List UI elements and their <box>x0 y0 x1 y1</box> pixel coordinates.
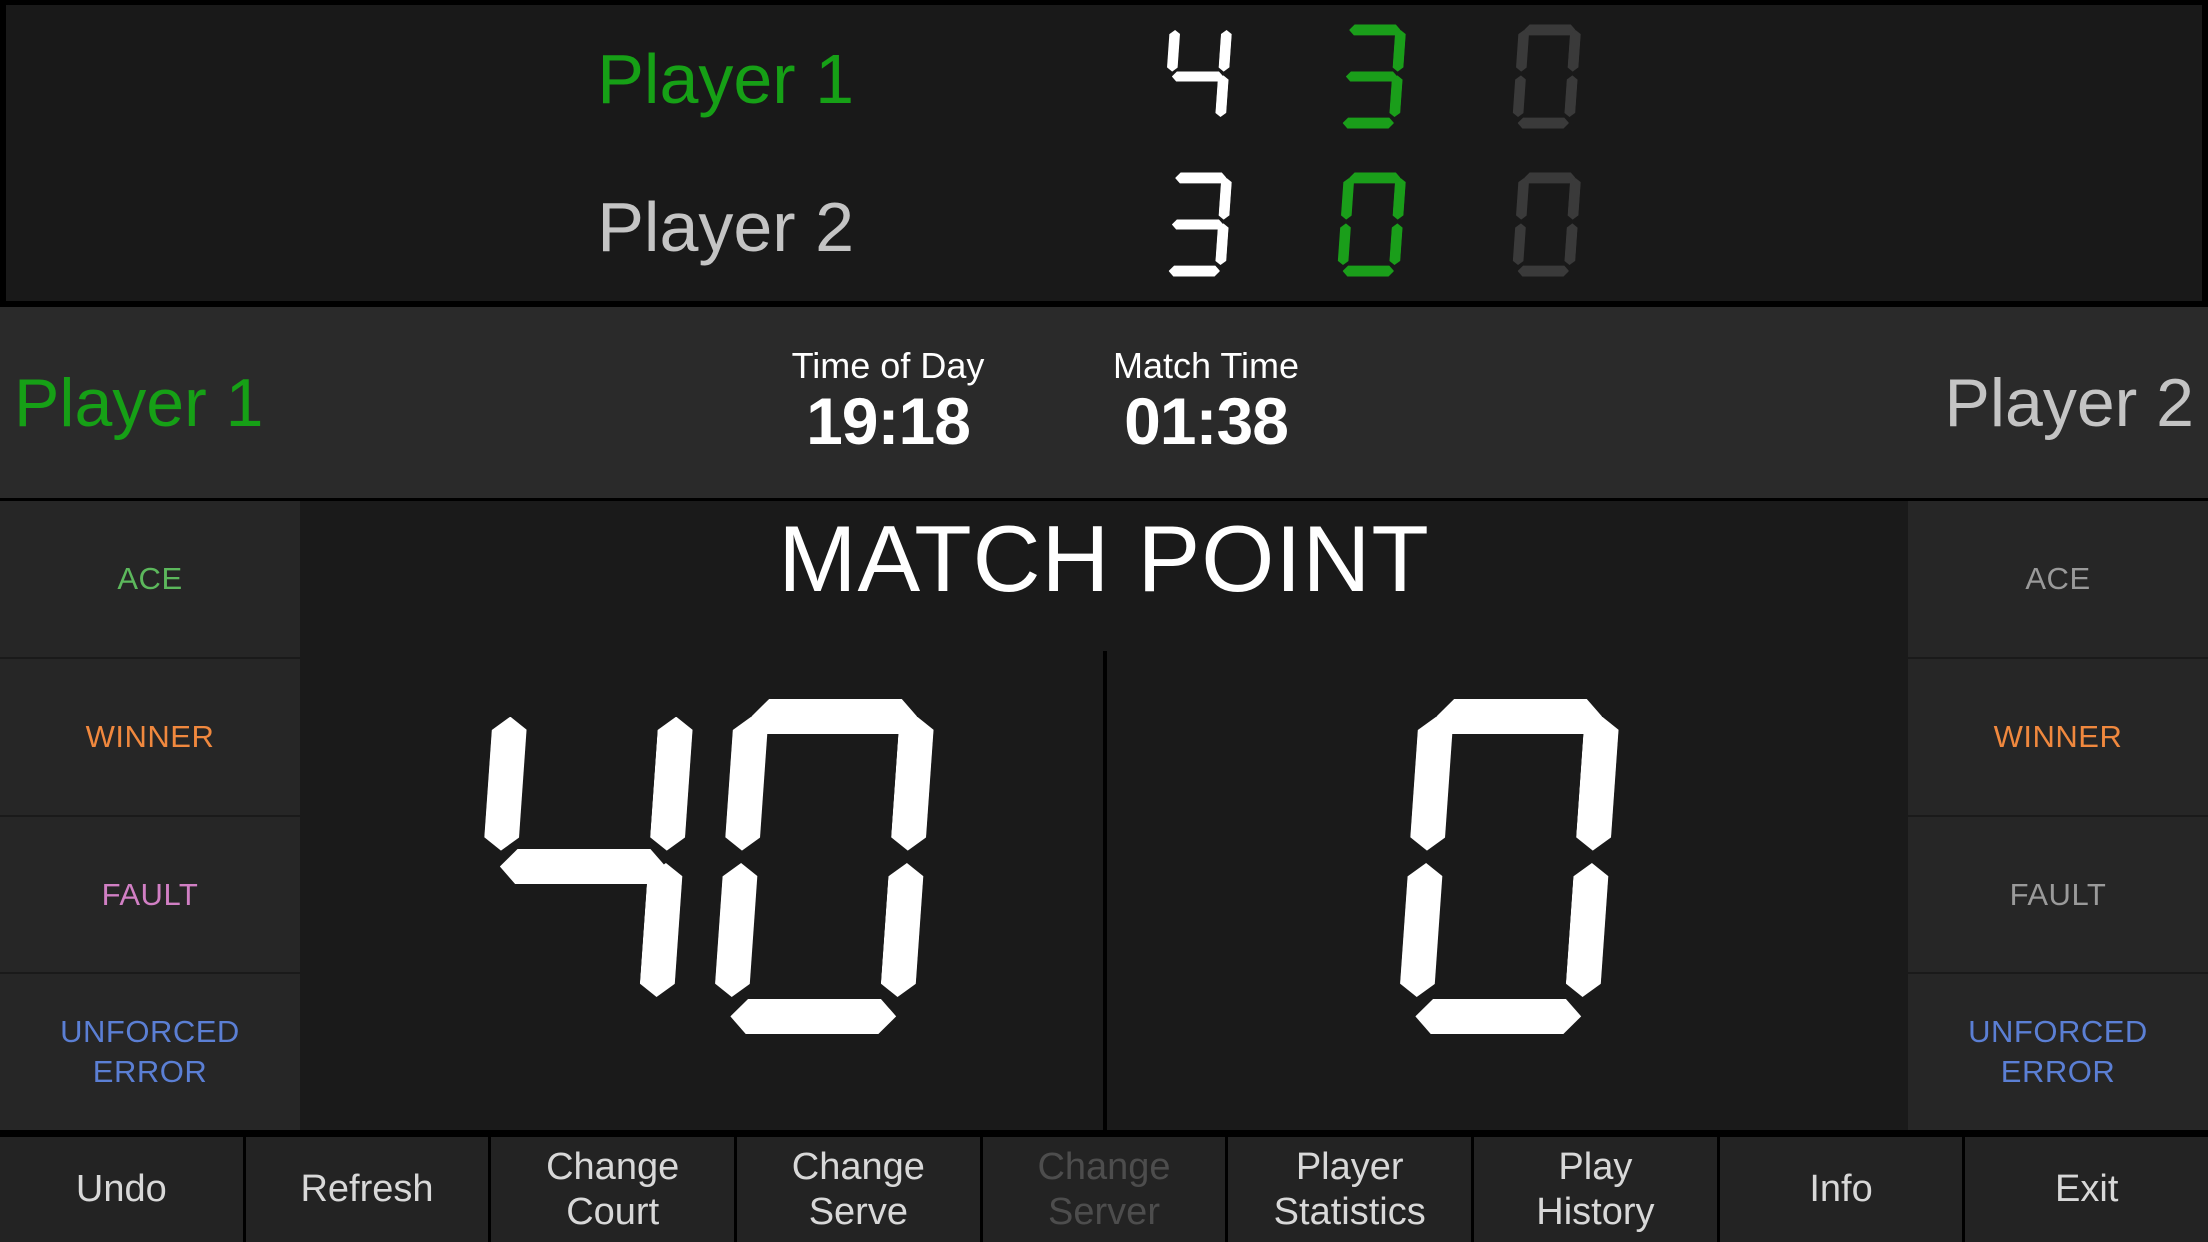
time-of-day-group: Time of Day 19:18 <box>762 307 1014 498</box>
scoreboard-player1-name: Player 1 <box>597 40 854 118</box>
match-scoreboard: Player 1 Player 2 <box>0 0 2208 307</box>
scoreboard-player1-set-scores <box>1166 25 1577 134</box>
band-player1-label: Player 1 <box>14 364 264 441</box>
player2-action-fault: FAULT <box>1908 816 2208 975</box>
band-player2-label: Player 2 <box>1944 364 2194 441</box>
game-score-digit <box>722 699 923 1039</box>
match-status-text: MATCH POINT <box>778 506 1430 611</box>
match-time-label: Match Time <box>1112 345 1300 387</box>
command-undo[interactable]: Undo <box>0 1137 243 1242</box>
scoreboard-player2-set-scores <box>1166 173 1577 282</box>
time-of-day-value: 19:18 <box>806 384 971 459</box>
player2-game-score <box>1107 669 1908 1069</box>
player1-action-unforced-error[interactable]: UNFORCED ERROR <box>0 974 300 1130</box>
player1-action-ace[interactable]: ACE <box>0 501 300 659</box>
set-digit <box>1515 173 1577 282</box>
scoreboard-inner: Player 1 Player 2 <box>6 5 2202 301</box>
player2-action-winner[interactable]: WINNER <box>1908 658 2208 817</box>
game-score-digit <box>481 699 682 1039</box>
player1-action-winner[interactable]: WINNER <box>0 658 300 817</box>
player1-action-fault[interactable]: FAULT <box>0 816 300 975</box>
command-play-history[interactable]: Play History <box>1474 1137 1717 1242</box>
player2-action-panel: ACE WINNER FAULT UNFORCED ERROR <box>1908 501 2208 1130</box>
command-exit[interactable]: Exit <box>1965 1137 2208 1242</box>
command-player-statistics[interactable]: Player Statistics <box>1228 1137 1472 1242</box>
match-time-group: Match Time 01:38 <box>1080 307 1332 498</box>
info-band: Player 1 Time of Day 19:18 Match Time 01… <box>0 307 2208 498</box>
set-digit <box>1166 25 1228 134</box>
command-change-court[interactable]: Change Court <box>491 1137 735 1242</box>
set-digit <box>1340 25 1402 134</box>
set-digit <box>1166 173 1228 282</box>
command-change-serve[interactable]: Change Serve <box>737 1137 980 1242</box>
set-digit <box>1515 25 1577 134</box>
game-score-digit <box>1407 699 1608 1039</box>
command-info[interactable]: Info <box>1719 1137 1963 1242</box>
player2-action-ace: ACE <box>1908 501 2208 659</box>
tennis-scoreboard-app: Player 1 Player 2 Player 1 Time of Day 1… <box>0 0 2208 1242</box>
player1-action-panel: ACE WINNER FAULT UNFORCED ERROR <box>0 501 300 1130</box>
player1-game-score <box>300 669 1103 1069</box>
set-digit <box>1340 173 1402 282</box>
player2-action-unforced-error[interactable]: UNFORCED ERROR <box>1908 974 2208 1130</box>
command-change-server: Change Server <box>982 1137 1226 1242</box>
command-refresh[interactable]: Refresh <box>245 1137 489 1242</box>
match-time-value: 01:38 <box>1124 384 1289 459</box>
scoreboard-row-player1: Player 1 <box>6 5 2202 153</box>
command-bar: Undo Refresh Change Court Change Serve Change S… <box>0 1133 2208 1242</box>
game-score-area: MATCH POINT <box>300 501 1908 1130</box>
scoreboard-row-player2: Player 2 <box>6 153 2202 301</box>
time-of-day-label: Time of Day <box>791 345 985 387</box>
scoreboard-player2-name: Player 2 <box>597 188 854 266</box>
